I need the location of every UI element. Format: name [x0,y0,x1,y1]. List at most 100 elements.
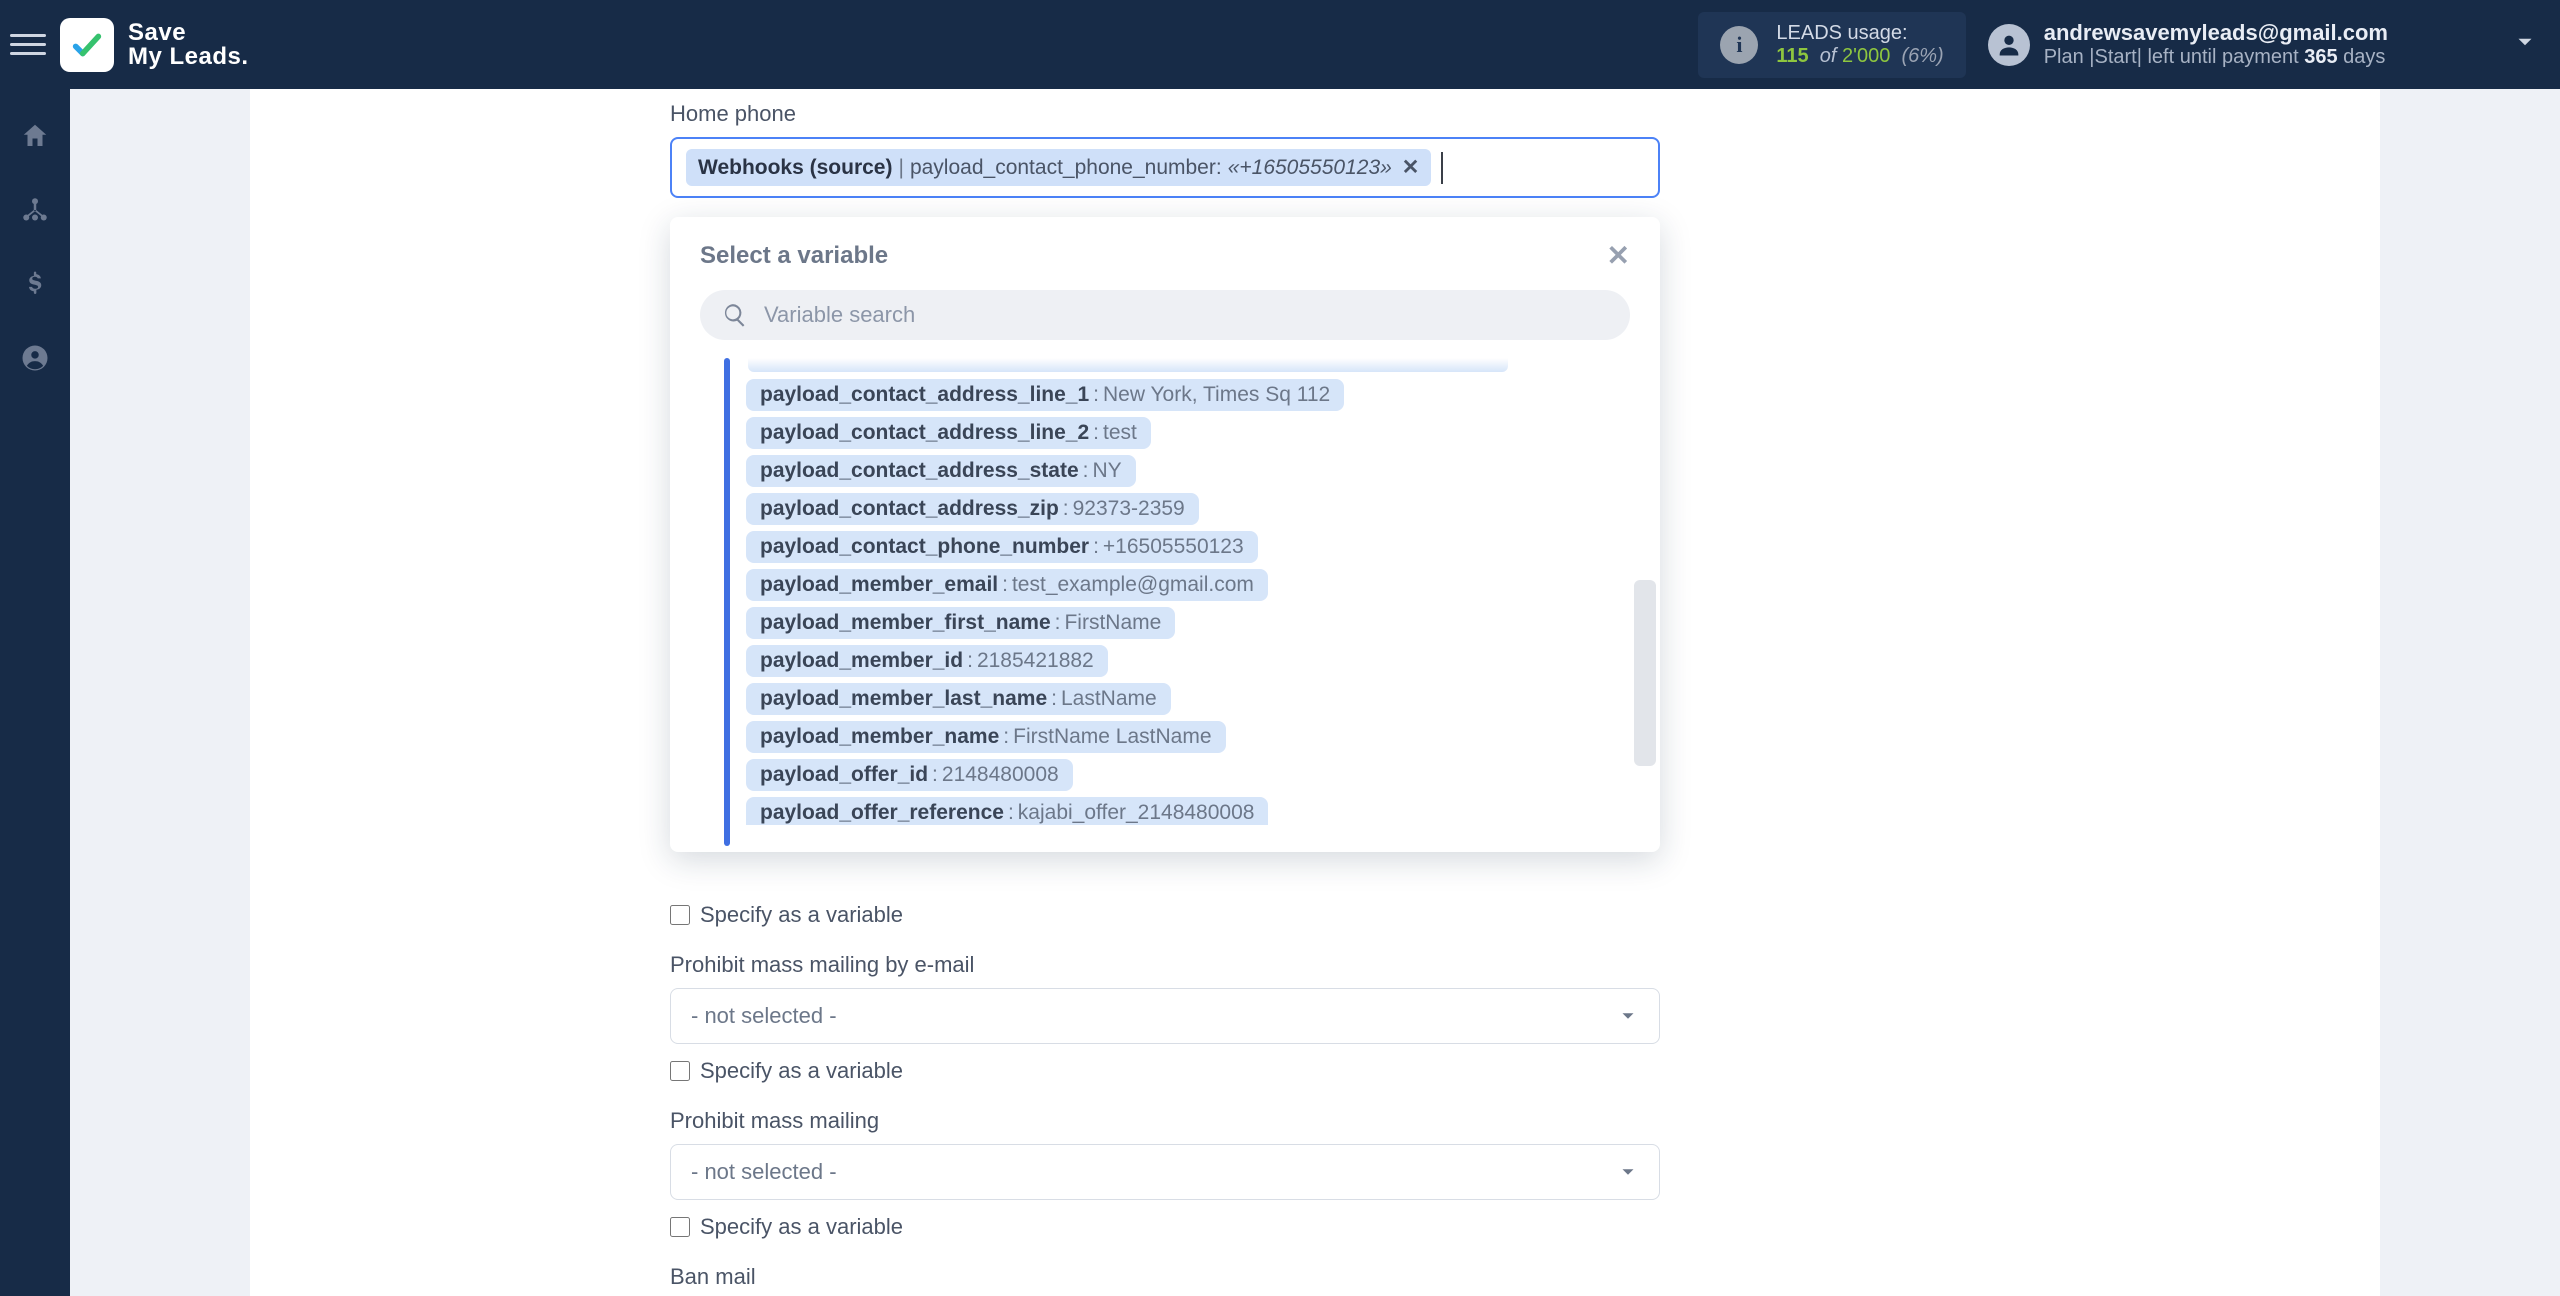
variable-value: LastName [1061,687,1157,711]
select-value: - not selected - [691,1003,837,1029]
specify-variable-checkbox[interactable] [670,1217,690,1237]
variable-key: payload_contact_address_line_2 [760,421,1089,445]
chevron-down-icon [1617,1005,1639,1027]
select-prohibit-mass[interactable]: - not selected - [670,1144,1660,1200]
select-prohibit-email[interactable]: - not selected - [670,988,1660,1044]
search-icon [722,302,748,328]
variable-option[interactable]: payload_member_first_name: FirstName [746,607,1175,639]
text-cursor [1441,152,1443,184]
field-label-ban-mail: Ban mail [670,1264,1660,1290]
variable-option[interactable]: payload_contact_phone_number: +165055501… [746,531,1258,563]
variable-picker-header: Select a variable ✕ [670,217,1660,288]
content-sheet: Home phone Webhooks (source) | payload_c… [250,89,2380,1296]
chevron-down-icon[interactable] [2512,29,2538,60]
variable-colon: : [1093,535,1099,559]
variable-key: payload_contact_phone_number [760,535,1089,559]
specify-variable-label: Specify as a variable [700,1058,903,1084]
scrollbar-thumb[interactable] [1634,580,1656,766]
sidebar-account-icon[interactable] [18,341,52,375]
variable-value: NY [1092,459,1121,483]
variable-list-wrap: payload_contact_address_line_1: New York… [670,352,1660,852]
variable-value: 2185421882 [977,649,1094,673]
leads-usage-value: 115 of 2'000 (6%) [1776,45,1943,68]
variable-key: payload_member_name [760,725,999,749]
variable-key: payload_offer_id [760,763,928,787]
variable-value: kajabi_offer_2148480008 [1018,801,1255,825]
page: Home phone Webhooks (source) | payload_c… [70,89,2560,1296]
variable-group-rail [724,358,730,846]
sidebar-home-icon[interactable] [18,119,52,153]
variable-colon: : [1003,725,1009,749]
variable-colon: : [1008,801,1014,825]
menu-toggle[interactable] [10,27,46,63]
specify-variable-row-2[interactable]: Specify as a variable [670,1058,1660,1084]
sidebar-connections-icon[interactable] [18,193,52,227]
specify-variable-row-3[interactable]: Specify as a variable [670,1214,1660,1240]
variable-key: payload_offer_reference [760,801,1004,825]
variable-value: 92373-2359 [1073,497,1185,521]
variable-key: payload_member_first_name [760,611,1051,635]
specify-variable-label: Specify as a variable [700,902,903,928]
select-value: - not selected - [691,1159,837,1185]
variable-value: FirstName LastName [1013,725,1211,749]
variable-colon: : [1093,383,1099,407]
logo-mark-icon [60,18,114,72]
chevron-down-icon [1617,1161,1639,1183]
chip-separator: | [898,156,903,180]
variable-search[interactable] [700,290,1630,340]
variable-key: payload_contact_address_state [760,459,1079,483]
variable-value: test_example@gmail.com [1012,573,1254,597]
user-menu[interactable]: andrewsavemyleads@gmail.com Plan |Start|… [1988,20,2538,69]
variable-colon: : [1055,611,1061,635]
variable-key: payload_member_id [760,649,963,673]
variable-option[interactable]: payload_member_name: FirstName LastName [746,721,1226,753]
app-name: Save My Leads. [128,21,249,69]
variable-colon: : [1051,687,1057,711]
variable-colon: : [1093,421,1099,445]
user-email: andrewsavemyleads@gmail.com [2044,20,2388,46]
specify-variable-label: Specify as a variable [700,1214,903,1240]
variable-picker-panel: Select a variable ✕ payload_contact_addr… [670,217,1660,852]
specify-variable-row-1[interactable]: Specify as a variable [670,902,1660,928]
specify-variable-checkbox[interactable] [670,905,690,925]
variable-value: test [1103,421,1137,445]
variable-option[interactable]: payload_contact_address_line_1: New York… [746,379,1344,411]
variable-option[interactable]: payload_contact_address_state: NY [746,455,1136,487]
field-label-prohibit-email: Prohibit mass mailing by e-mail [670,952,1660,978]
variable-option[interactable]: payload_contact_address_line_2: test [746,417,1151,449]
variable-value: 2148480008 [942,763,1059,787]
leads-usage-box[interactable]: i LEADS usage: 115 of 2'000 (6%) [1698,12,1965,78]
topbar: Save My Leads. i LEADS usage: 115 of 2'0… [0,0,2560,89]
chip-value: «+16505550123» [1228,156,1392,180]
variable-colon: : [1002,573,1008,597]
specify-variable-checkbox[interactable] [670,1061,690,1081]
variable-colon: : [967,649,973,673]
variable-search-input[interactable] [764,302,1608,328]
close-icon[interactable]: ✕ [1607,239,1630,272]
info-icon: i [1720,26,1758,64]
variable-chip[interactable]: Webhooks (source) | payload_contact_phon… [686,149,1431,186]
variable-option[interactable]: payload_member_id: 2185421882 [746,645,1108,677]
variable-option[interactable]: payload_offer_id: 2148480008 [746,759,1073,791]
variable-colon: : [1083,459,1089,483]
app-logo[interactable]: Save My Leads. [60,18,249,72]
user-plan: Plan |Start| left until payment 365 days [2044,46,2388,69]
field-label-home-phone: Home phone [670,101,1660,127]
home-phone-variable-input[interactable]: Webhooks (source) | payload_contact_phon… [670,137,1660,198]
variable-option[interactable]: payload_offer_reference: kajabi_offer_21… [746,797,1268,825]
sidebar [0,89,70,1296]
variable-option[interactable]: payload_contact_address_zip: 92373-2359 [746,493,1199,525]
variable-list[interactable]: payload_contact_address_line_1: New York… [746,356,1660,852]
variable-option[interactable]: payload_member_last_name: LastName [746,683,1171,715]
variable-value: +16505550123 [1103,535,1244,559]
variable-key: payload_contact_address_line_1 [760,383,1089,407]
variable-option[interactable]: payload_member_email: test_example@gmail… [746,569,1268,601]
field-label-prohibit-mass: Prohibit mass mailing [670,1108,1660,1134]
avatar-icon [1988,24,2030,66]
variable-key: payload_member_email [760,573,998,597]
chip-key: payload_contact_phone_number: [910,156,1222,180]
sidebar-billing-icon[interactable] [18,267,52,301]
chip-remove-icon[interactable]: ✕ [1402,155,1420,180]
chip-source: Webhooks (source) [698,156,892,180]
variable-value: New York, Times Sq 112 [1103,383,1330,407]
